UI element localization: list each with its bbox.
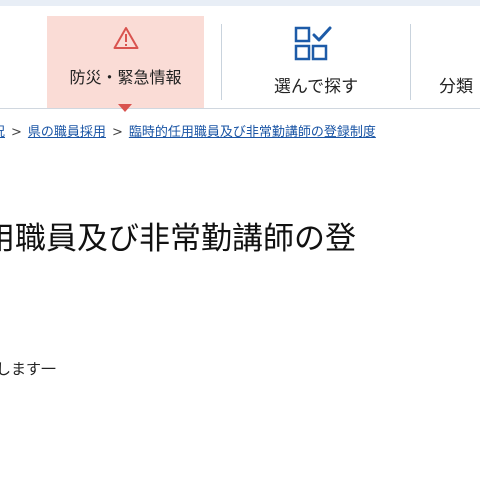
- nav-category-label: 分類: [439, 77, 473, 97]
- breadcrumb-item[interactable]: 況: [0, 125, 5, 140]
- breadcrumb-item-current[interactable]: 臨時的任用職員及び非常勤講師の登録制度: [129, 125, 376, 140]
- breadcrumb-separator: >: [111, 125, 123, 140]
- nav-browse-search[interactable]: 選んで探す: [222, 16, 410, 108]
- breadcrumb-item[interactable]: 県の職員採用: [28, 125, 106, 140]
- warning-triangle-icon: [113, 26, 139, 54]
- global-nav: 防災・緊急情報 選んで探す 分類: [0, 6, 480, 112]
- page-title: 用職員及び非常勤講師の登: [0, 221, 356, 257]
- breadcrumb-separator: >: [11, 125, 22, 140]
- nav-category[interactable]: 分類: [411, 16, 480, 108]
- breadcrumb: 況 > 県の職員採用 > 臨時的任用職員及び非常勤講師の登録制度: [0, 121, 480, 143]
- nav-disaster-info[interactable]: 防災・緊急情報: [47, 16, 204, 112]
- nav-disaster-label: 防災・緊急情報: [69, 68, 182, 87]
- dropdown-arrow-icon: [118, 104, 132, 112]
- nav-browse-label: 選んで探す: [273, 77, 359, 97]
- checklist-grid-icon: [294, 26, 338, 66]
- body-text: します一: [0, 360, 57, 378]
